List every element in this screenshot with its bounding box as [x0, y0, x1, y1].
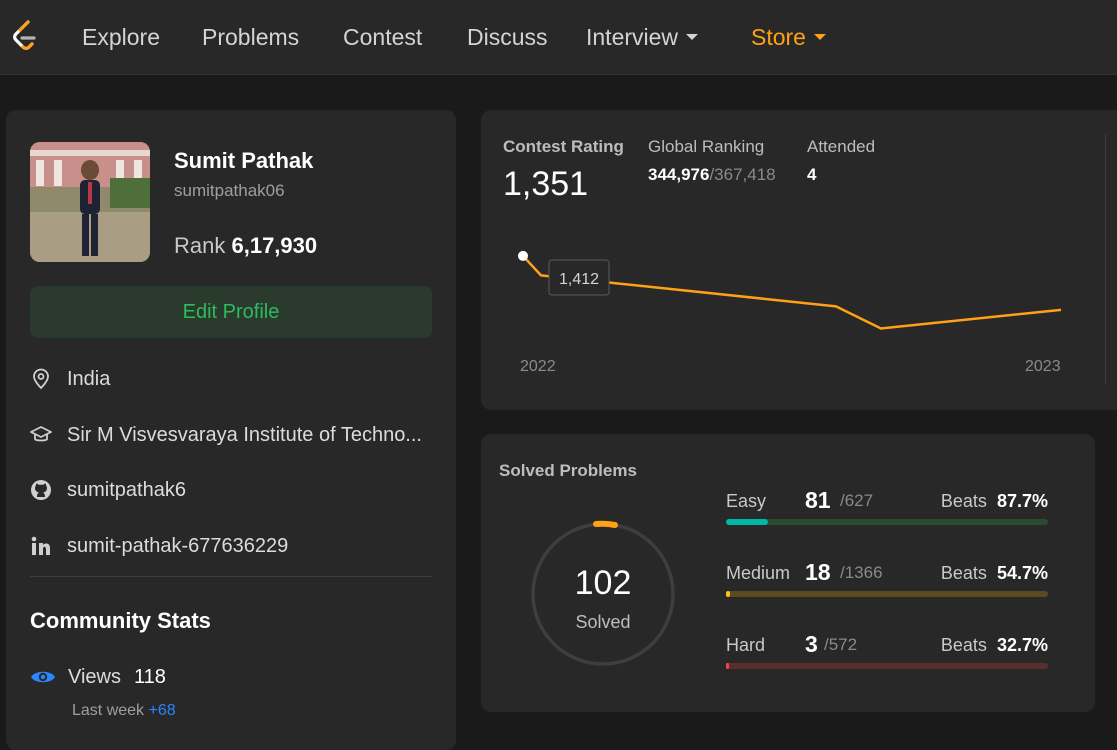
hard-solved: 3	[805, 631, 818, 657]
profile-card: Sumit Pathak sumitpathak06 Rank 6,17,930…	[6, 110, 456, 750]
views-value: 118	[134, 666, 166, 688]
easy-total: /627	[840, 491, 874, 510]
hard-beats: Beats 32.7%	[941, 635, 1048, 656]
linkedin-icon	[31, 536, 50, 555]
edit-profile-button[interactable]: Edit Profile	[30, 286, 432, 338]
hard-progress-fill	[726, 663, 729, 669]
difficulty-hard: Hard 3 /572 Beats 32.7%	[726, 631, 1048, 685]
institute-text[interactable]: Sir M Visvesvaraya Institute of Techno..…	[67, 424, 422, 447]
hard-beats-value: 32.7%	[996, 635, 1048, 655]
easy-progress-bar	[726, 519, 1048, 525]
graduation-cap-icon	[30, 426, 52, 442]
github-link[interactable]: sumitpathak6	[67, 479, 186, 502]
solved-total: 102	[574, 564, 632, 602]
rating-tooltip: 1,412	[548, 259, 610, 296]
profile-rank: Rank 6,17,930	[174, 233, 317, 259]
medium-solved: 18	[805, 559, 831, 585]
rank-value: 6,17,930	[231, 233, 318, 258]
github-icon	[31, 480, 51, 500]
nav-problems[interactable]: Problems	[202, 24, 299, 51]
last-week-row: Last week +68	[72, 702, 176, 720]
hard-total: /572	[824, 635, 858, 654]
nav-discuss[interactable]: Discuss	[467, 24, 548, 51]
profile-username: sumitpathak06	[174, 181, 285, 200]
location-pin-icon	[33, 368, 49, 390]
rank-label: Rank	[174, 233, 226, 258]
eye-icon	[31, 671, 55, 683]
last-week-value: +68	[148, 702, 176, 719]
nav-interview-label: Interview	[586, 24, 679, 50]
solved-problems-card: Solved Problems 102 Solved Easy 81 /627 …	[481, 434, 1095, 712]
easy-solved: 81	[805, 487, 831, 513]
solved-problems-title: Solved Problems	[499, 461, 637, 480]
medium-progress-fill	[726, 591, 731, 597]
caret-down-icon	[686, 33, 699, 40]
solved-sub: Solved	[575, 612, 631, 632]
top-navbar: Explore Problems Contest Discuss Intervi…	[0, 0, 1117, 75]
rating-points	[518, 250, 528, 261]
rating-point-highlight[interactable]	[518, 250, 528, 261]
leetcode-logo-icon[interactable]	[10, 20, 40, 54]
tooltip-value: 1,412	[559, 271, 599, 288]
caret-down-icon	[813, 33, 826, 40]
difficulty-medium: Medium 18 /1366 Beats 54.7%	[726, 559, 1048, 613]
x-axis-label-start: 2022	[520, 358, 556, 375]
hard-progress-bar	[726, 663, 1048, 669]
hard-beats-label: Beats	[940, 635, 987, 655]
medium-beats-label: Beats	[940, 563, 987, 583]
community-stats-title: Community Stats	[30, 608, 211, 633]
medium-progress-bar	[726, 591, 1048, 597]
profile-name: Sumit Pathak	[174, 148, 314, 173]
last-week-label: Last week	[72, 702, 145, 719]
avatar	[30, 142, 150, 262]
rating-chart[interactable]: 1,412 2022 2023	[481, 110, 1117, 410]
medium-beats: Beats 54.7%	[941, 563, 1048, 584]
nav-store-label: Store	[751, 24, 806, 50]
difficulty-easy: Easy 81 /627 Beats 87.7%	[726, 487, 1048, 541]
vertical-divider	[1105, 134, 1106, 384]
easy-progress-fill	[726, 519, 768, 525]
x-axis-label-end: 2023	[1025, 358, 1061, 375]
views-label: Views	[68, 666, 121, 688]
nav-explore[interactable]: Explore	[82, 24, 160, 51]
medium-label: Medium	[726, 563, 791, 583]
nav-store[interactable]: Store	[751, 24, 826, 51]
easy-beats-label: Beats	[940, 491, 987, 511]
easy-label: Easy	[726, 491, 767, 511]
easy-beats-value: 87.7%	[996, 491, 1048, 511]
medium-beats-value: 54.7%	[996, 563, 1048, 583]
location-text: India	[67, 368, 111, 390]
easy-beats: Beats 87.7%	[941, 491, 1048, 512]
nav-contest[interactable]: Contest	[343, 24, 422, 51]
divider	[30, 576, 432, 577]
contest-rating-card: Contest Rating 1,351 Global Ranking 344,…	[481, 110, 1117, 410]
linkedin-link[interactable]: sumit-pathak-677636229	[67, 535, 288, 558]
medium-total: /1366	[840, 563, 883, 582]
nav-interview[interactable]: Interview	[586, 24, 699, 51]
hard-label: Hard	[726, 635, 766, 655]
